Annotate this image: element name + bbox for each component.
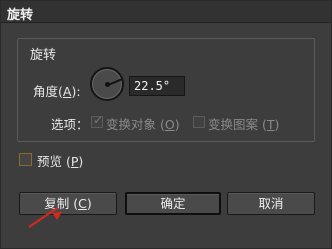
copy-button[interactable]: 复制 (C) — [19, 192, 117, 215]
rotate-dialog: 旋转 旋转 角度(A): 选项： ✓ 变换对象 (O) 变换图案 (T) 预览 … — [0, 0, 332, 249]
transform-patterns-checkbox[interactable] — [193, 116, 205, 128]
angle-label: 角度(A): — [33, 84, 81, 99]
title-bar[interactable]: 旋转 — [1, 1, 331, 23]
angle-dial[interactable] — [90, 67, 124, 101]
preview-checkbox[interactable] — [19, 153, 32, 166]
dial-center-icon — [105, 82, 110, 87]
checkmark-icon: ✓ — [93, 113, 104, 127]
group-title: 旋转 — [30, 48, 57, 63]
transform-objects-label: 变换对象 (O) — [106, 117, 180, 132]
angle-input[interactable] — [129, 76, 185, 96]
options-label: 选项： — [51, 117, 89, 132]
transform-objects-checkbox[interactable]: ✓ — [91, 113, 104, 128]
cancel-button[interactable]: 取消 — [227, 192, 315, 215]
transform-patterns-label: 变换图案 (T) — [208, 117, 280, 132]
preview-label: 预览 (P) — [37, 154, 84, 169]
dialog-title: 旋转 — [7, 8, 34, 23]
ok-button[interactable]: 确定 — [125, 192, 221, 215]
